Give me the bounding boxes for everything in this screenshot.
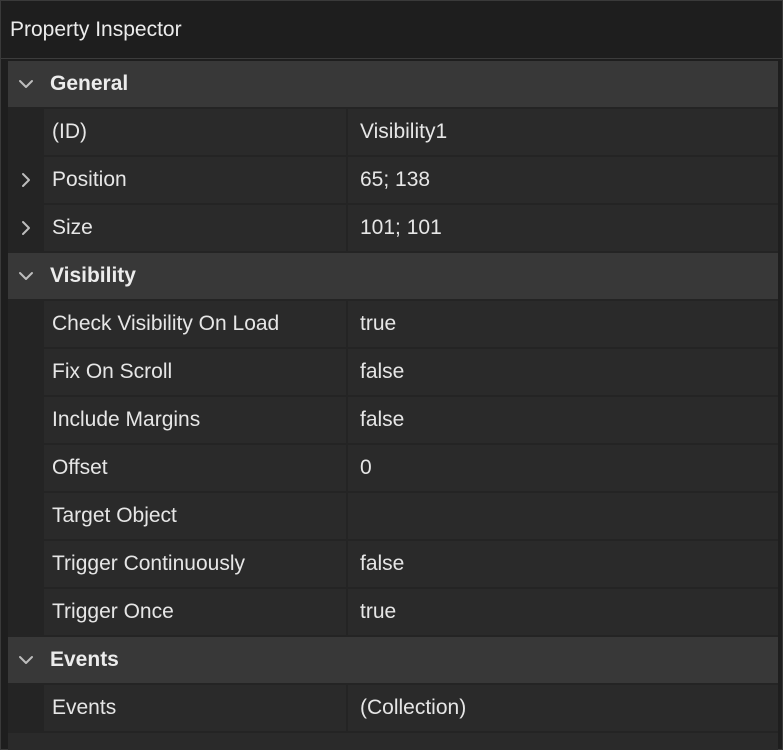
chevron-right-icon[interactable] (8, 157, 44, 203)
property-name: Position (44, 157, 346, 203)
row-gutter (8, 541, 44, 587)
property-value[interactable]: true (348, 301, 778, 347)
property-value[interactable] (348, 493, 778, 539)
panel-title: Property Inspector (1, 1, 782, 59)
property-value[interactable]: false (348, 349, 778, 395)
row-gutter (8, 589, 44, 635)
property-name: Offset (44, 445, 346, 491)
property-value[interactable]: false (348, 541, 778, 587)
row-gutter (8, 349, 44, 395)
property-row-trigger-once[interactable]: Trigger Once true (8, 589, 778, 635)
row-gutter (8, 397, 44, 443)
property-row-position[interactable]: Position 65; 138 (8, 157, 778, 203)
property-row-size[interactable]: Size 101; 101 (8, 205, 778, 251)
property-name: Events (44, 685, 346, 731)
property-name: Target Object (44, 493, 346, 539)
property-value[interactable]: (Collection) (348, 685, 778, 731)
grid-footer (8, 733, 778, 750)
property-name: Size (44, 205, 346, 251)
property-row-trigger-continuously[interactable]: Trigger Continuously false (8, 541, 778, 587)
property-row-events[interactable]: Events (Collection) (8, 685, 778, 731)
property-row-target-object[interactable]: Target Object (8, 493, 778, 539)
property-row-fix-on-scroll[interactable]: Fix On Scroll false (8, 349, 778, 395)
property-value[interactable]: 101; 101 (348, 205, 778, 251)
property-value[interactable]: false (348, 397, 778, 443)
section-title: Visibility (50, 264, 136, 287)
section-events[interactable]: Events (8, 637, 778, 683)
property-name: Trigger Continuously (44, 541, 346, 587)
property-name: Include Margins (44, 397, 346, 443)
section-visibility[interactable]: Visibility (8, 253, 778, 299)
property-value[interactable]: 65; 138 (348, 157, 778, 203)
row-gutter (8, 445, 44, 491)
property-value[interactable]: 0 (348, 445, 778, 491)
row-gutter (8, 301, 44, 347)
row-gutter (8, 109, 44, 155)
property-row-check-visibility-on-load[interactable]: Check Visibility On Load true (8, 301, 778, 347)
property-row-include-margins[interactable]: Include Margins false (8, 397, 778, 443)
property-name: (ID) (44, 109, 346, 155)
row-gutter (8, 685, 44, 731)
property-row-id[interactable]: (ID) Visibility1 (8, 109, 778, 155)
property-name: Check Visibility On Load (44, 301, 346, 347)
property-grid: General (ID) Visibility1 Position 65; 13… (8, 61, 778, 750)
property-value[interactable]: true (348, 589, 778, 635)
property-name: Fix On Scroll (44, 349, 346, 395)
section-general[interactable]: General (8, 61, 778, 107)
chevron-right-icon[interactable] (8, 205, 44, 251)
chevron-down-icon[interactable] (8, 253, 44, 299)
row-gutter (8, 493, 44, 539)
property-inspector-panel: Property Inspector General (ID) Visibili… (0, 0, 783, 750)
section-title: General (50, 72, 129, 95)
property-name: Trigger Once (44, 589, 346, 635)
property-value[interactable]: Visibility1 (348, 109, 778, 155)
property-row-offset[interactable]: Offset 0 (8, 445, 778, 491)
section-title: Events (50, 648, 119, 671)
chevron-down-icon[interactable] (8, 61, 44, 107)
chevron-down-icon[interactable] (8, 637, 44, 683)
